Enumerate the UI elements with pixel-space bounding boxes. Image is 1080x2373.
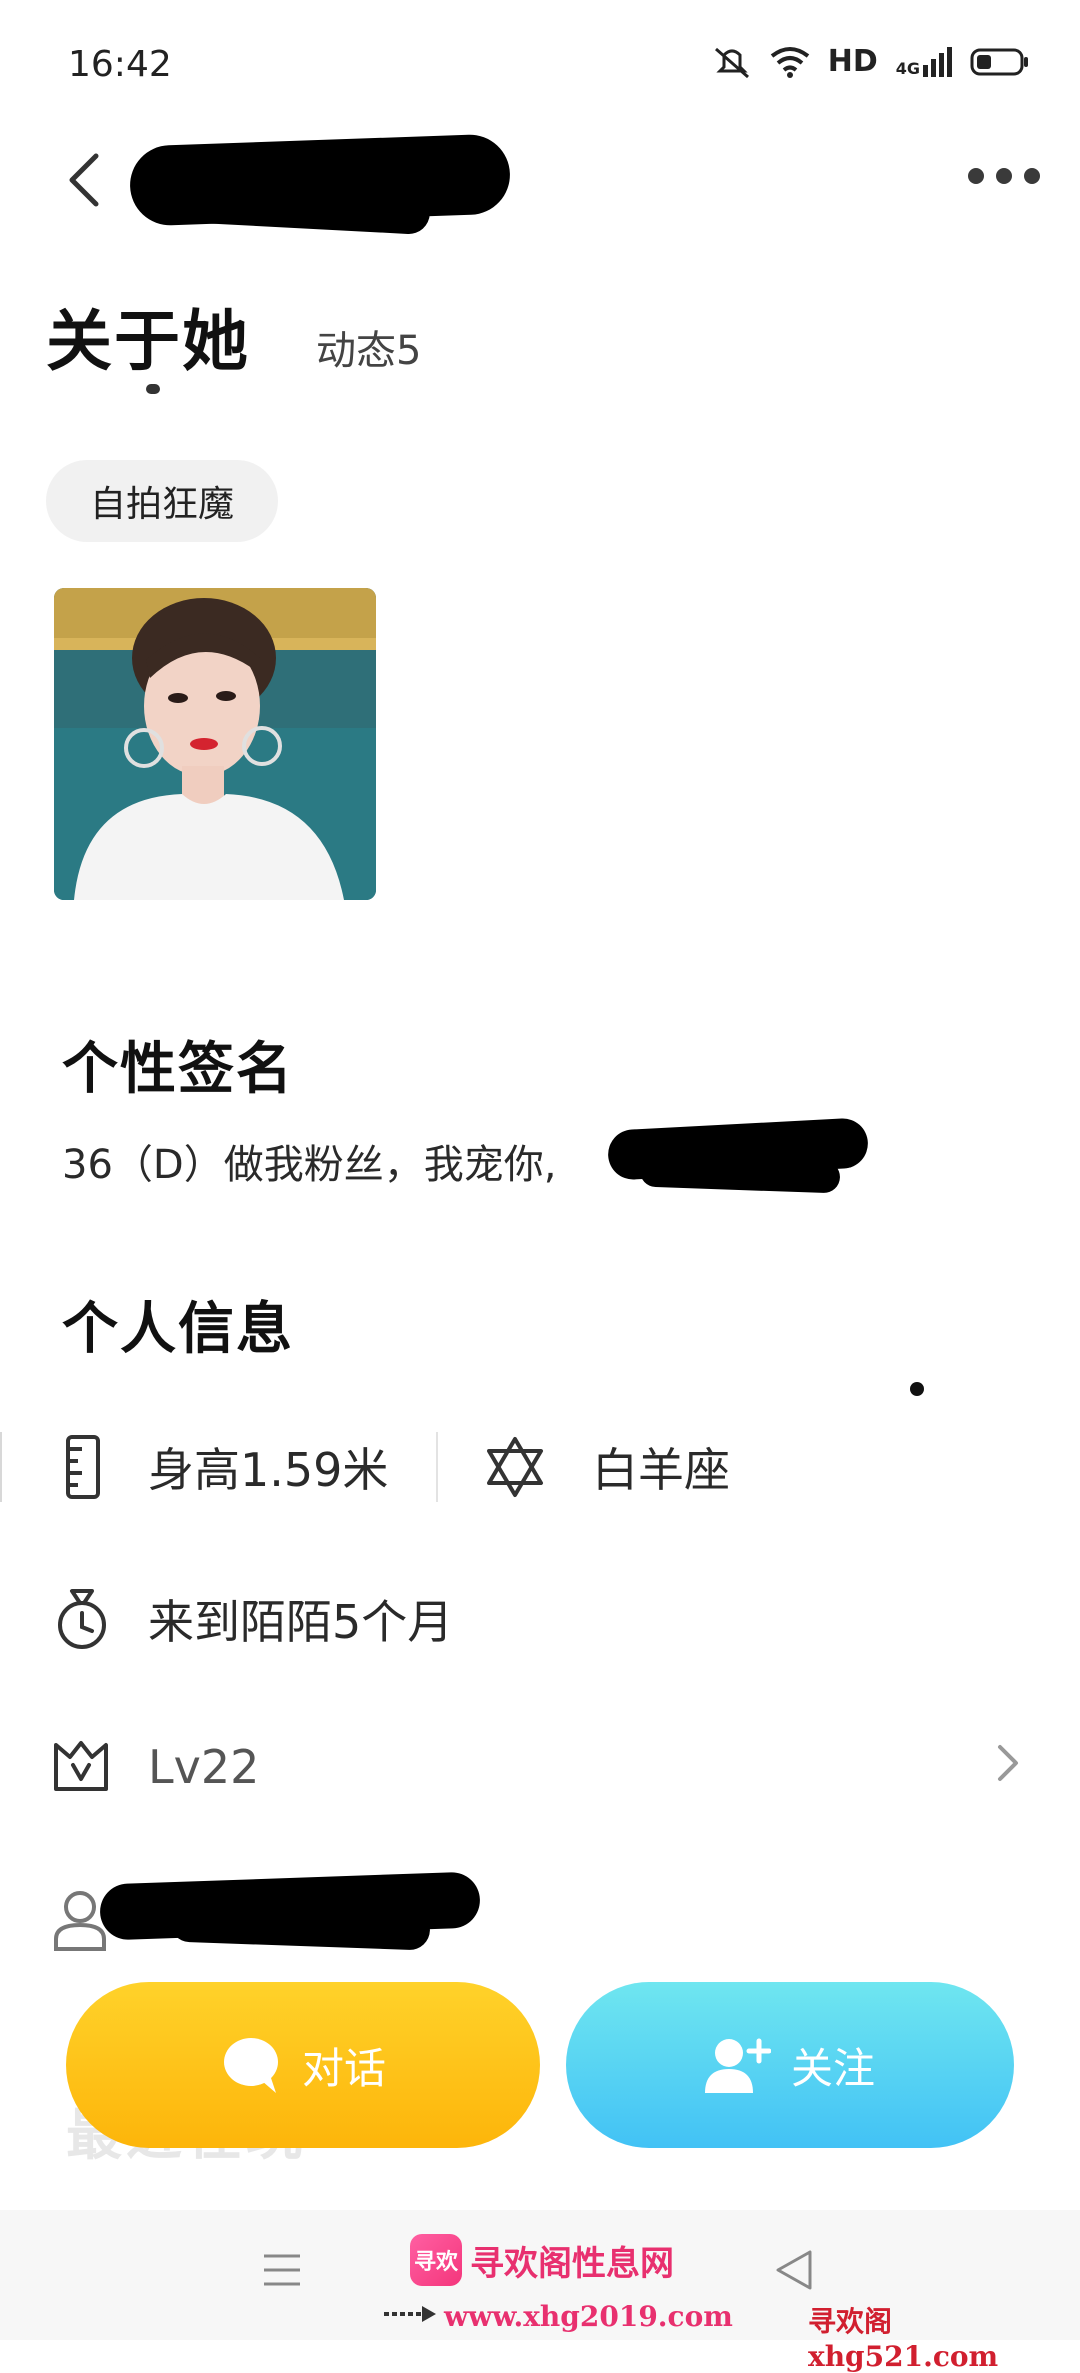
person-icon [52, 1887, 108, 1951]
watermark-title: 寻欢阁性息网 [470, 2243, 674, 2284]
follow-label: 关注 [790, 2043, 875, 2093]
menu-icon[interactable] [262, 2250, 302, 2294]
signal-icon: 4G [896, 46, 952, 77]
status-time: 16:42 [68, 44, 172, 85]
crown-icon [52, 1735, 110, 1799]
zodiac-row: 白羊座 [484, 1432, 730, 1502]
battery-icon [970, 48, 1028, 75]
chat-label: 对话 [301, 2043, 386, 2093]
watermark-logo-badge: 寻欢 [410, 2234, 462, 2286]
more-icon-dot [996, 168, 1012, 184]
watermark-arrow-icon [384, 2304, 436, 2328]
level-row[interactable]: Lv22 [52, 1732, 1020, 1802]
level-value: Lv22 [148, 1740, 260, 1794]
back-icon [69, 153, 99, 207]
watermark-logo: 寻欢 寻欢阁性息网 [410, 2234, 674, 2286]
profile-photo[interactable] [54, 588, 376, 900]
chat-button[interactable]: 对话 [66, 1982, 540, 2148]
mute-icon [714, 47, 749, 78]
zodiac-value: 白羊座 [592, 1443, 730, 1497]
add-user-icon [704, 2038, 771, 2093]
ruler-icon [62, 1435, 106, 1499]
chevron-right-icon [996, 1740, 1020, 1794]
chat-bubble-icon [223, 2038, 278, 2093]
signature-title: 个性签名 [62, 1037, 294, 1102]
more-button[interactable] [968, 168, 1040, 184]
edge-divider [0, 1432, 2, 1502]
stray-dot [910, 1382, 924, 1396]
watermark-url: www.xhg2019.com [444, 2300, 733, 2333]
tab-active-indicator [146, 384, 160, 394]
star-of-david-icon [484, 1435, 546, 1499]
joined-value: 来到陌陌5个月 [148, 1595, 454, 1649]
more-icon-dot [1024, 168, 1040, 184]
height-row: 身高1.59米 [62, 1432, 439, 1502]
wifi-icon [770, 46, 809, 78]
redacted-account-scribble [169, 1901, 431, 1951]
watermark-url-right: 寻欢阁xhg521.com [808, 2305, 999, 2373]
tab-feed[interactable]: 动态5 [316, 318, 421, 376]
tab-about-her[interactable]: 关于她 [46, 288, 250, 384]
stopwatch-icon [54, 1587, 110, 1651]
status-icons: HD 4G [712, 44, 1030, 79]
follow-button[interactable]: 关注 [566, 1982, 1014, 2148]
account-row [52, 1884, 108, 1954]
redacted-signature-scribble [639, 1154, 841, 1194]
tag-chip[interactable]: 自拍狂魔 [46, 460, 279, 542]
signature-text: 36（D）做我粉丝，我宠你, [62, 1142, 557, 1188]
row-divider [436, 1432, 439, 1502]
joined-row: 来到陌陌5个月 [54, 1584, 453, 1654]
hd-indicator: HD [827, 44, 878, 79]
height-value: 身高1.59米 [148, 1443, 389, 1497]
more-icon-dot [968, 168, 984, 184]
nav-back-icon[interactable] [774, 2248, 814, 2296]
back-button[interactable] [60, 150, 110, 210]
personal-info-title: 个人信息 [62, 1297, 294, 1362]
